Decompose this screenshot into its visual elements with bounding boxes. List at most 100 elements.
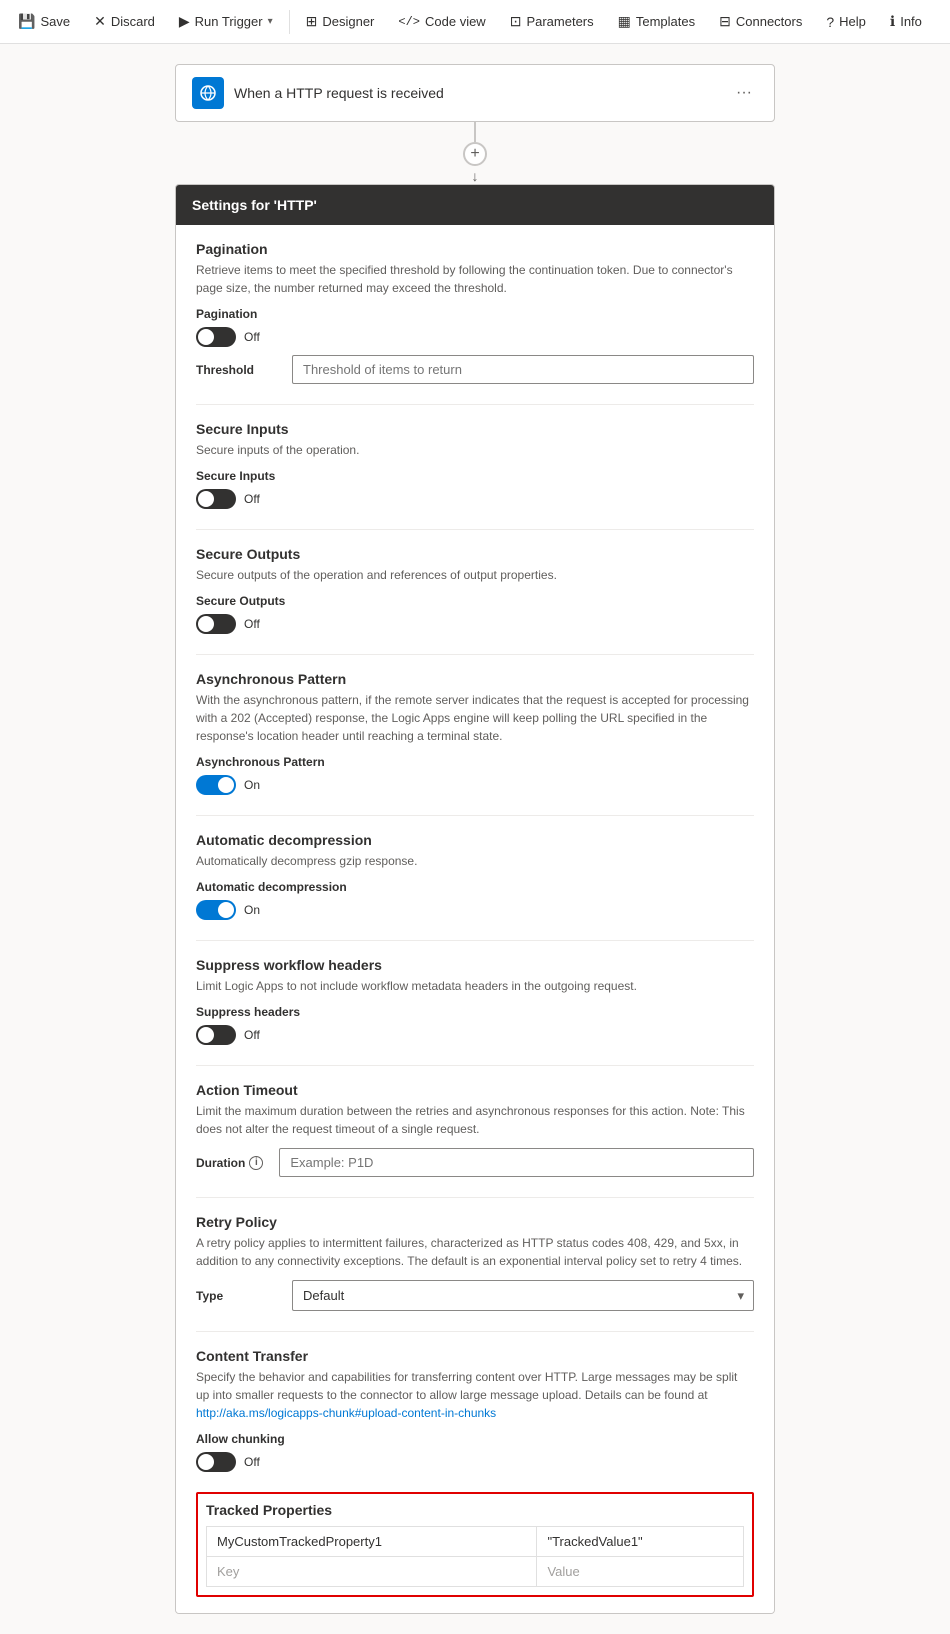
http-trigger[interactable]: When a HTTP request is received ···: [175, 64, 775, 122]
suppress-headers-title: Suppress workflow headers: [196, 957, 754, 973]
designer-button[interactable]: ⊞ Designer: [296, 7, 385, 36]
retry-policy-section: Retry Policy A retry policy applies to i…: [196, 1214, 754, 1311]
auto-decomp-toggle-knob: [218, 902, 234, 918]
templates-button[interactable]: ▦ Templates: [608, 7, 705, 36]
suppress-headers-field-label: Suppress headers: [196, 1005, 754, 1019]
secure-outputs-section: Secure Outputs Secure outputs of the ope…: [196, 546, 754, 634]
templates-icon: ▦: [618, 13, 631, 30]
auto-decomp-section: Automatic decompression Automatically de…: [196, 832, 754, 920]
async-pattern-toggle-label: On: [244, 778, 260, 792]
secure-inputs-title: Secure Inputs: [196, 421, 754, 437]
retry-type-select[interactable]: Default None Fixed interval Exponential …: [292, 1280, 754, 1311]
pagination-toggle-knob: [198, 329, 214, 345]
auto-decomp-toggle[interactable]: [196, 900, 236, 920]
settings-body: Pagination Retrieve items to meet the sp…: [176, 225, 774, 1613]
async-pattern-section: Asynchronous Pattern With the asynchrono…: [196, 671, 754, 795]
tracked-row-2: Key Value: [207, 1557, 744, 1587]
content-transfer-section: Content Transfer Specify the behavior an…: [196, 1348, 754, 1472]
code-view-button[interactable]: </> Code view: [388, 8, 495, 35]
content-transfer-link[interactable]: http://aka.ms/logicapps-chunk#upload-con…: [196, 1406, 496, 1420]
parameters-icon: ⊡: [510, 13, 522, 30]
pagination-desc: Retrieve items to meet the specified thr…: [196, 261, 754, 297]
divider-1: [289, 10, 290, 34]
secure-outputs-desc: Secure outputs of the operation and refe…: [196, 566, 754, 584]
info-button[interactable]: ℹ Info: [880, 7, 932, 36]
secure-inputs-toggle-row: Off: [196, 489, 754, 509]
connectors-button[interactable]: ⊟ Connectors: [709, 7, 812, 36]
ellipsis-button[interactable]: ···: [730, 82, 758, 104]
async-pattern-toggle-row: On: [196, 775, 754, 795]
tracked-value-2[interactable]: Value: [537, 1557, 744, 1587]
content-transfer-title: Content Transfer: [196, 1348, 754, 1364]
chunking-field-label: Allow chunking: [196, 1432, 754, 1446]
save-button[interactable]: 💾 Save: [8, 7, 80, 36]
auto-decomp-field-label: Automatic decompression: [196, 880, 754, 894]
auto-decomp-toggle-row: On: [196, 900, 754, 920]
discard-icon: ✕: [94, 13, 106, 30]
run-icon: ▶: [179, 13, 190, 30]
discard-button[interactable]: ✕ Discard: [84, 7, 165, 36]
save-icon: 💾: [18, 13, 35, 30]
suppress-headers-toggle[interactable]: [196, 1025, 236, 1045]
connector-line-top: [474, 122, 476, 142]
chunking-toggle-row: Off: [196, 1452, 754, 1472]
divider-pagination: [196, 404, 754, 405]
divider-secure-inputs: [196, 529, 754, 530]
threshold-label: Threshold: [196, 363, 276, 377]
secure-outputs-toggle[interactable]: [196, 614, 236, 634]
tracked-row-1: MyCustomTrackedProperty1 "TrackedValue1": [207, 1527, 744, 1557]
secure-inputs-toggle[interactable]: [196, 489, 236, 509]
secure-inputs-desc: Secure inputs of the operation.: [196, 441, 754, 459]
secure-outputs-toggle-row: Off: [196, 614, 754, 634]
retry-policy-desc: A retry policy applies to intermittent f…: [196, 1234, 754, 1270]
chunking-toggle[interactable]: [196, 1452, 236, 1472]
run-chevron: ▾: [268, 16, 273, 27]
parameters-button[interactable]: ⊡ Parameters: [500, 7, 604, 36]
async-pattern-toggle[interactable]: [196, 775, 236, 795]
secure-inputs-field-label: Secure Inputs: [196, 469, 754, 483]
duration-input[interactable]: [279, 1148, 754, 1177]
pagination-field-label: Pagination: [196, 307, 754, 321]
auto-decomp-toggle-label: On: [244, 903, 260, 917]
threshold-row: Threshold: [196, 355, 754, 384]
divider-timeout: [196, 1197, 754, 1198]
duration-info-icon[interactable]: i: [249, 1156, 263, 1170]
action-timeout-section: Action Timeout Limit the maximum duratio…: [196, 1082, 754, 1177]
threshold-input[interactable]: [292, 355, 754, 384]
secure-inputs-toggle-knob: [198, 491, 214, 507]
run-trigger-button[interactable]: ▶ Run Trigger ▾: [169, 7, 283, 36]
trigger-block: When a HTTP request is received ··· + ↓ …: [175, 64, 775, 1614]
pagination-section: Pagination Retrieve items to meet the sp…: [196, 241, 754, 384]
pagination-toggle-label: Off: [244, 330, 260, 344]
async-pattern-toggle-knob: [218, 777, 234, 793]
info-icon: ℹ: [890, 13, 895, 30]
duration-label: Duration i: [196, 1156, 263, 1170]
pagination-toggle[interactable]: [196, 327, 236, 347]
async-pattern-desc: With the asynchronous pattern, if the re…: [196, 691, 754, 745]
secure-outputs-toggle-knob: [198, 616, 214, 632]
suppress-headers-section: Suppress workflow headers Limit Logic Ap…: [196, 957, 754, 1045]
suppress-headers-toggle-row: Off: [196, 1025, 754, 1045]
http-icon: [192, 77, 224, 109]
suppress-headers-desc: Limit Logic Apps to not include workflow…: [196, 977, 754, 995]
tracked-key-2[interactable]: Key: [207, 1557, 537, 1587]
arrow-down: ↓: [472, 168, 479, 184]
settings-header: Settings for 'HTTP': [176, 185, 774, 225]
help-button[interactable]: ? Help: [816, 8, 876, 36]
divider-retry: [196, 1331, 754, 1332]
tracked-properties-section: Tracked Properties MyCustomTrackedProper…: [196, 1492, 754, 1597]
retry-policy-title: Retry Policy: [196, 1214, 754, 1230]
tracked-key-1[interactable]: MyCustomTrackedProperty1: [207, 1527, 537, 1557]
help-icon: ?: [826, 14, 834, 30]
async-pattern-title: Asynchronous Pattern: [196, 671, 754, 687]
code-icon: </>: [398, 15, 420, 29]
settings-panel: Settings for 'HTTP' Pagination Retrieve …: [175, 184, 775, 1614]
async-pattern-field-label: Asynchronous Pattern: [196, 755, 754, 769]
http-trigger-title: When a HTTP request is received: [234, 85, 720, 101]
auto-decomp-desc: Automatically decompress gzip response.: [196, 852, 754, 870]
add-step-button[interactable]: +: [463, 142, 487, 166]
content-transfer-desc: Specify the behavior and capabilities fo…: [196, 1368, 754, 1422]
connector: + ↓: [175, 122, 775, 184]
tracked-value-1[interactable]: "TrackedValue1": [537, 1527, 744, 1557]
divider-suppress: [196, 1065, 754, 1066]
